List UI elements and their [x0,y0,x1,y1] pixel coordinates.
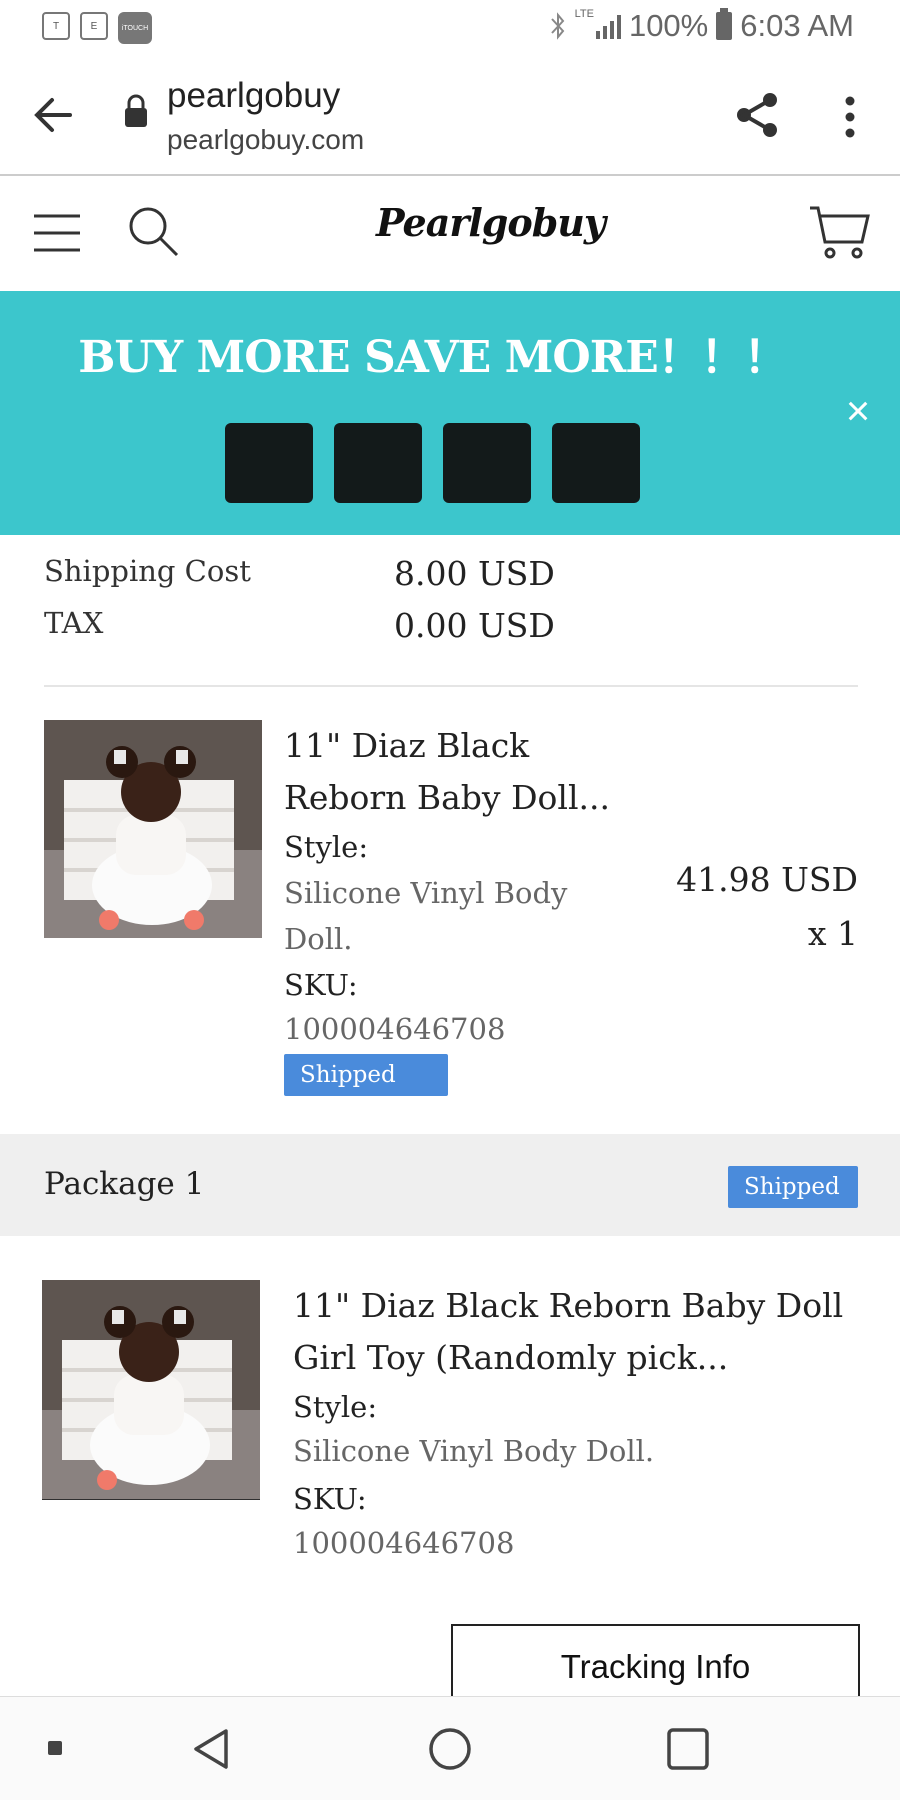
style-value-line2: Doll. [284,922,353,956]
promo-title: BUY MORE SAVE MORE！！！ [78,332,788,383]
more-vert-icon[interactable] [836,94,864,140]
package-title: Package 1 [44,1166,205,1202]
tax-value: 0.00 USD [394,606,555,645]
nav-back-icon[interactable] [188,1725,236,1773]
sku-label: SKU: [284,968,358,1002]
system-nav-bar [0,1696,900,1800]
doll-photo [42,1280,260,1500]
tracking-info-button[interactable]: Tracking Info [451,1624,860,1704]
package-product-image[interactable]: x1 [42,1280,260,1500]
package-style-label: Style: [293,1390,378,1424]
product-name-line1[interactable]: 11" Diaz Black [284,720,529,772]
countdown-days [225,423,313,503]
countdown-minutes [443,423,531,503]
battery-icon [716,8,733,40]
browser-url-bar: pearlgobuy pearlgobuy.com [0,54,900,176]
style-value-line1: Silicone Vinyl Body [284,876,568,910]
site-logo[interactable]: Pearlgobuy [376,200,606,245]
page-title[interactable]: pearlgobuy [167,76,340,116]
notification-t-label: T [52,20,60,32]
countdown-timer [225,423,640,503]
clock: 6:03 AM [740,8,854,43]
site-header: Pearlgobuy [0,176,900,291]
itouch-app-icon: iTOUCH [118,12,152,44]
package-product-name-line2[interactable]: Girl Toy (Randomly pick... [293,1332,728,1384]
package-status-badge: Shipped [728,1166,858,1208]
product-name-line2[interactable]: Reborn Baby Doll... [284,772,610,824]
shipping-cost-label: Shipping Cost [44,554,251,588]
item-price: 41.98 USD [676,860,858,899]
status-badge: Shipped [284,1054,448,1096]
nav-recent-apps-icon[interactable] [664,1725,712,1773]
notification-t-icon: T [42,12,70,40]
url-domain[interactable]: pearlgobuy.com [167,124,364,156]
package-header: Package 1 Shipped [0,1134,900,1236]
battery-percent: 100% [628,8,709,43]
sku-value: 100004646708 [284,1012,506,1046]
package-sku-label: SKU: [293,1482,367,1516]
package-sku-value: 100004646708 [293,1526,515,1560]
divider [44,685,858,687]
style-label: Style: [284,830,369,864]
package-item-qty: x1 [42,1499,260,1500]
countdown-hours [334,423,422,503]
close-icon[interactable]: × [838,390,878,432]
doll-photo [44,720,262,938]
network-type-label: LTE [574,8,594,20]
search-icon[interactable] [126,204,180,258]
promo-banner: BUY MORE SAVE MORE！！！ × [0,291,900,535]
status-bar: T E iTOUCH LTE 100% 6:03 AM [0,0,900,54]
nav-home-icon[interactable] [426,1725,474,1773]
item-quantity: x 1 [807,914,858,953]
menu-icon[interactable] [32,212,82,254]
countdown-seconds [552,423,640,503]
signal-icon [595,13,621,39]
itouch-label: iTOUCH [121,24,149,32]
nav-indicator-icon [48,1741,62,1755]
product-image[interactable] [44,720,262,938]
share-icon[interactable] [732,90,782,140]
bluetooth-icon [550,12,564,40]
notification-e-icon: E [80,12,108,40]
back-arrow-icon[interactable] [30,92,76,138]
package-product-name-line1[interactable]: 11" Diaz Black Reborn Baby Doll [293,1280,843,1332]
package-style-value: Silicone Vinyl Body Doll. [293,1434,655,1468]
notification-icons: T E iTOUCH [42,12,152,44]
lock-icon [125,94,147,127]
tax-label: TAX [44,606,104,640]
shipping-cost-value: 8.00 USD [394,554,555,593]
cart-icon[interactable] [808,204,870,260]
notification-e-label: E [90,20,98,32]
system-status: LTE 100% 6:03 AM [549,8,854,44]
